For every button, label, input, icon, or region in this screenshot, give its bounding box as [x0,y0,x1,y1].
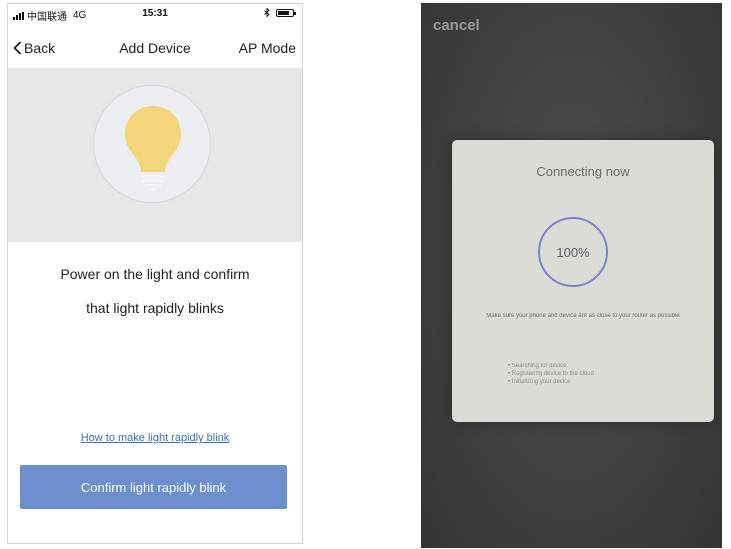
progress-ring: 100% [538,217,608,287]
nav-bar: Back Add Device AP Mode [8,34,302,64]
instruction-line-1: Power on the light and confirm [60,266,250,282]
step-item: Searching for device [508,362,594,370]
connecting-card: Connecting now 100% Make sure your phone… [452,140,714,422]
ap-mode-button[interactable]: AP Mode [239,40,296,56]
bluetooth-icon [264,8,270,17]
help-link[interactable]: How to make light rapidly blink [8,432,302,444]
bulb-circle [93,85,211,203]
battery-icon [276,8,296,17]
add-device-screen: 中国联通 4G 15:31 Back Add Device AP Mode Po… [7,3,303,544]
instruction-line-2: that light rapidly blinks [86,300,224,316]
step-item: Registering device to the cloud [508,370,594,378]
status-time: 15:31 [142,8,168,19]
connection-steps: Searching for device Registering device … [508,362,594,386]
step-item: Initializing your device [508,378,594,386]
light-bulb-icon [125,106,181,191]
status-bar: 中国联通 4G 15:31 [8,4,302,24]
device-illustration [8,68,302,242]
back-label: Back [24,40,56,56]
confirm-blink-button[interactable]: Confirm light rapidly blink [20,465,287,509]
back-button[interactable]: Back [13,40,55,56]
connecting-screen: cancel Connecting now 100% Make sure you… [421,3,722,548]
cancel-button[interactable]: cancel [433,17,480,34]
status-right [264,8,296,17]
connecting-title: Connecting now [536,164,630,179]
chevron-left-icon [13,41,22,55]
progress-label: 100% [556,244,590,260]
proximity-hint: Make sure your phone and device are as c… [486,313,680,319]
